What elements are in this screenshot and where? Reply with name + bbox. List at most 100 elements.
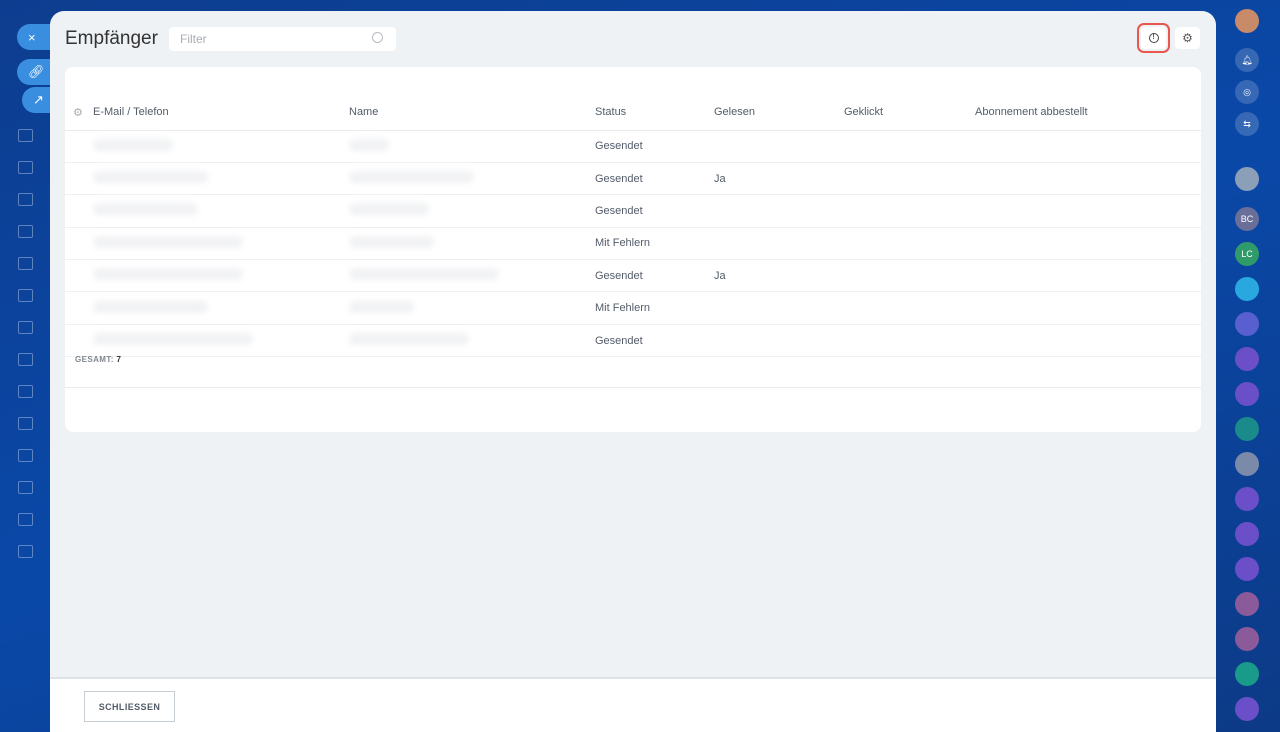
unsubscribed-cell [975, 162, 1201, 196]
open-new-window-button[interactable]: ↗ [22, 87, 50, 113]
close-button[interactable]: SCHLIESSEN [84, 691, 175, 722]
menu-icon[interactable] [18, 289, 33, 302]
status-cell: Gesendet [595, 130, 714, 163]
copy-link-button[interactable]: 🔗︎ [17, 59, 50, 85]
link-icon: 🔗︎ [28, 64, 45, 79]
email-cell [93, 324, 349, 358]
clicked-cell [844, 162, 975, 196]
name-cell [349, 227, 595, 261]
column-read[interactable]: Gelesen [714, 95, 844, 131]
email-cell [93, 259, 349, 293]
menu-icon[interactable] [18, 161, 33, 174]
email-cell [93, 194, 349, 228]
menu-icon[interactable] [18, 545, 33, 558]
email-cell [93, 130, 349, 163]
column-name[interactable]: Name [349, 95, 595, 131]
status-cell: Gesendet [595, 259, 714, 293]
status-cell: Gesendet [595, 324, 714, 358]
bell-icon[interactable]: 🔔︎ [1235, 48, 1259, 72]
chat-item[interactable] [1235, 557, 1259, 581]
column-email[interactable]: E-Mail / Telefon [93, 95, 349, 131]
read-cell [714, 324, 844, 358]
menu-icon[interactable] [18, 257, 33, 270]
name-cell [349, 194, 595, 228]
external-link-icon: ↗ [33, 92, 44, 107]
settings-button[interactable]: ⚙ [1175, 27, 1200, 49]
menu-icon[interactable] [18, 481, 33, 494]
email-cell [93, 227, 349, 261]
table-row[interactable]: Gesendet [65, 130, 1201, 163]
row-spacer [65, 194, 93, 228]
menu-icon[interactable] [18, 417, 33, 430]
name-cell [349, 162, 595, 196]
table-row[interactable]: Mit Fehlern [65, 227, 1201, 261]
clicked-cell [844, 130, 975, 163]
chat-item[interactable] [1235, 277, 1259, 301]
chat-item[interactable] [1235, 697, 1259, 721]
menu-icon[interactable] [18, 449, 33, 462]
row-spacer [65, 227, 93, 261]
menu-icon[interactable] [18, 193, 33, 206]
chat-item[interactable] [1235, 347, 1259, 371]
chat-icon[interactable]: ⇆ [1235, 112, 1259, 136]
name-cell [349, 259, 595, 293]
search-icon[interactable] [372, 32, 383, 43]
table-row[interactable]: Gesendet [65, 194, 1201, 228]
unsubscribed-cell [975, 291, 1201, 325]
status-cell: Gesendet [595, 194, 714, 228]
table-row[interactable]: Mit Fehlern [65, 291, 1201, 325]
page-title: Empfänger [65, 28, 158, 49]
copilot-icon[interactable]: ◎ [1235, 80, 1259, 104]
divider [65, 387, 1201, 388]
table-header: ⚙ E-Mail / Telefon Name Status Gelesen G… [65, 95, 1201, 131]
info-button[interactable]: ! [1137, 23, 1170, 53]
name-cell [349, 291, 595, 325]
chat-avatar-bc[interactable]: BC [1235, 207, 1259, 231]
row-spacer [65, 259, 93, 293]
read-cell [714, 227, 844, 261]
menu-icon[interactable] [18, 513, 33, 526]
column-clicked[interactable]: Geklickt [844, 95, 975, 131]
unsubscribed-cell [975, 194, 1201, 228]
gear-icon: ⚙ [1182, 31, 1193, 45]
table-row[interactable]: Gesendet Ja [65, 162, 1201, 196]
column-status[interactable]: Status [595, 95, 714, 131]
chat-item[interactable] [1235, 382, 1259, 406]
read-cell [714, 194, 844, 228]
chat-item[interactable] [1235, 417, 1259, 441]
chat-item[interactable] [1235, 487, 1259, 511]
recipients-slider: Empfänger ! ⚙ ⚙ E-Mail / Telefon Name St… [50, 11, 1216, 732]
footer-bar: SCHLIESSEN [50, 677, 1216, 732]
read-cell [714, 130, 844, 163]
chat-item[interactable] [1235, 312, 1259, 336]
row-spacer [65, 324, 93, 358]
email-cell [93, 291, 349, 325]
column-settings-icon[interactable]: ⚙ [65, 95, 93, 131]
menu-icon[interactable] [18, 353, 33, 366]
close-slider-button[interactable]: × [17, 24, 50, 50]
table-row[interactable]: Gesendet Ja [65, 259, 1201, 293]
column-unsubscribed[interactable]: Abonnement abbestellt [975, 95, 1201, 131]
chat-avatar-lc[interactable]: LC [1235, 242, 1259, 266]
menu-icon[interactable] [18, 225, 33, 238]
chat-avatar[interactable] [1235, 167, 1259, 191]
chat-item[interactable] [1235, 522, 1259, 546]
read-cell: Ja [714, 162, 844, 196]
clicked-cell [844, 291, 975, 325]
filter-input[interactable] [169, 27, 396, 51]
email-cell [93, 162, 349, 196]
menu-icon[interactable] [18, 321, 33, 334]
chat-item[interactable] [1235, 627, 1259, 651]
name-cell [349, 130, 595, 163]
menu-icon[interactable] [18, 129, 33, 142]
menu-icon[interactable] [18, 385, 33, 398]
chat-item[interactable] [1235, 452, 1259, 476]
clicked-cell [844, 227, 975, 261]
unsubscribed-cell [975, 227, 1201, 261]
table-row[interactable]: Gesendet [65, 324, 1201, 358]
chat-item[interactable] [1235, 592, 1259, 616]
user-avatar[interactable] [1235, 9, 1259, 33]
right-sidebar: 🔔︎ ◎ ⇆ BC LC [1216, 0, 1280, 732]
chat-item[interactable] [1235, 662, 1259, 686]
clicked-cell [844, 259, 975, 293]
